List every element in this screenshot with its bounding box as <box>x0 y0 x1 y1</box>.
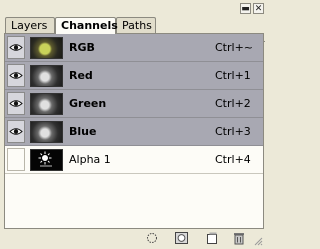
channels-list: RGB Ctrl+~ Red Ctrl+1 Green Ctrl+2 Blue … <box>4 33 264 229</box>
channel-shortcut: Ctrl+2 <box>215 97 251 110</box>
channel-row-blue[interactable]: Blue Ctrl+3 <box>5 118 263 146</box>
eye-icon <box>9 128 23 135</box>
visibility-toggle[interactable] <box>7 148 25 171</box>
channel-shortcut: Ctrl+3 <box>215 125 251 138</box>
channel-shortcut: Ctrl+1 <box>215 69 251 82</box>
channel-thumbnail <box>30 121 63 143</box>
visibility-toggle[interactable] <box>7 120 25 143</box>
load-selection-icon[interactable] <box>146 232 158 244</box>
window-controls: ▬ ✕ <box>240 3 264 14</box>
channel-row-rgb[interactable]: RGB Ctrl+~ <box>5 34 263 62</box>
visibility-toggle[interactable] <box>7 92 25 115</box>
tab-layers[interactable]: Layers <box>5 17 55 33</box>
channel-name: Green <box>69 97 107 110</box>
close-button[interactable]: ✕ <box>253 3 264 14</box>
delete-channel-icon[interactable] <box>233 232 245 245</box>
channel-row-red[interactable]: Red Ctrl+1 <box>5 62 263 90</box>
new-channel-icon[interactable] <box>206 232 218 244</box>
visibility-toggle[interactable] <box>7 36 25 59</box>
alpha-mask-shape-icon <box>38 151 52 167</box>
channel-name: RGB <box>69 41 95 54</box>
panel-tabs: Layers Channels Paths ▸ <box>0 17 268 47</box>
tab-paths[interactable]: Paths <box>116 17 156 33</box>
channels-toolbar <box>4 229 264 247</box>
resize-grip-icon[interactable] <box>254 237 263 246</box>
channel-name: Red <box>69 69 93 82</box>
channel-row-green[interactable]: Green Ctrl+2 <box>5 90 263 118</box>
save-selection-icon[interactable] <box>175 232 188 244</box>
minimize-button[interactable]: ▬ <box>240 3 251 14</box>
channel-name: Alpha 1 <box>69 153 111 166</box>
channel-shortcut: Ctrl+4 <box>215 153 251 166</box>
visibility-toggle[interactable] <box>7 64 25 87</box>
channel-shortcut: Ctrl+~ <box>215 41 254 54</box>
eye-icon <box>9 100 23 107</box>
eye-icon <box>9 44 23 51</box>
channel-row-alpha-1[interactable]: Alpha 1 Ctrl+4 <box>5 146 263 174</box>
channel-thumbnail <box>30 37 63 59</box>
channel-thumbnail <box>30 65 63 87</box>
channel-thumbnail <box>30 93 63 115</box>
channel-thumbnail <box>30 149 63 171</box>
tab-channels[interactable]: Channels <box>55 17 118 34</box>
eye-icon <box>9 72 23 79</box>
channel-name: Blue <box>69 125 97 138</box>
